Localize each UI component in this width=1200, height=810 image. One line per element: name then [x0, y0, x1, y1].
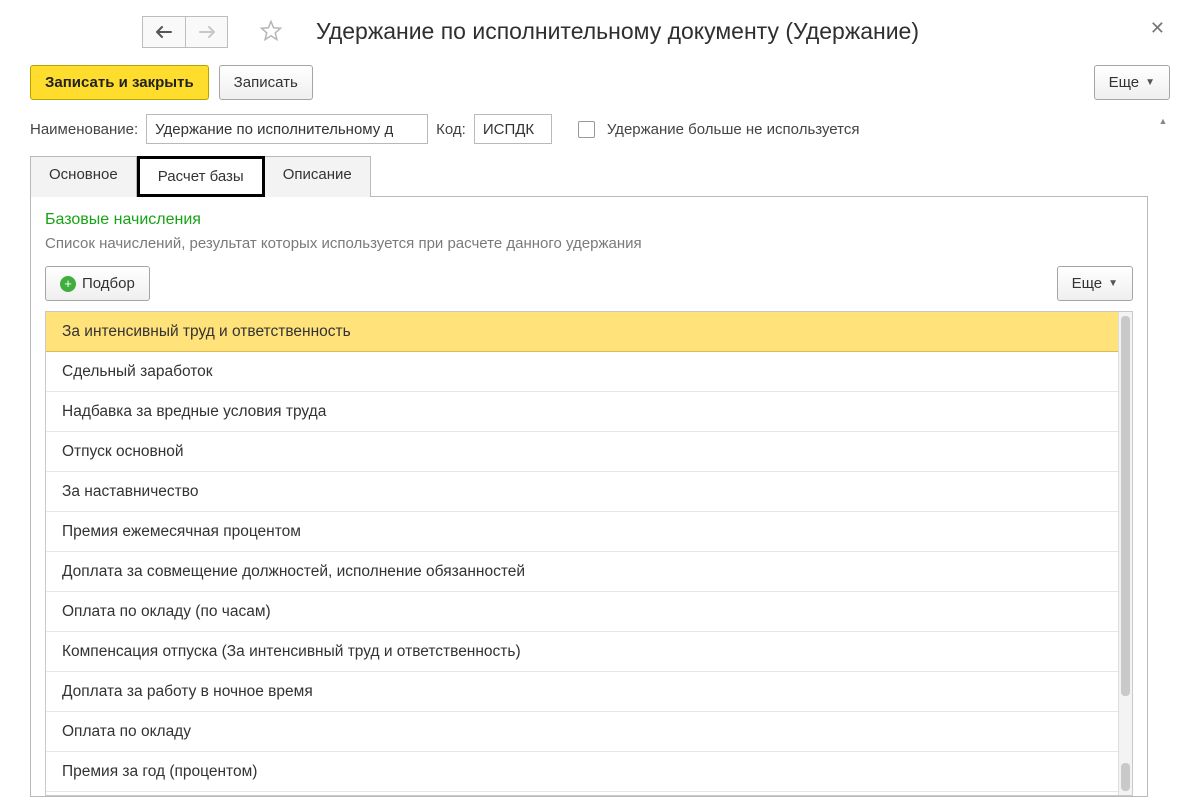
- chevron-down-icon: ▼: [1108, 278, 1118, 289]
- tab-panel: Базовые начисления Список начислений, ре…: [30, 196, 1148, 797]
- panel-toolbar: + Подбор Еще ▼: [45, 266, 1133, 301]
- close-icon: ✕: [1150, 18, 1165, 38]
- save-and-close-label: Записать и закрыть: [45, 74, 194, 91]
- window: Удержание по исполнительному документу (…: [0, 0, 1200, 797]
- list-inner: За интенсивный труд и ответственностьСде…: [46, 312, 1132, 792]
- close-button[interactable]: ✕: [1150, 18, 1165, 39]
- scroll-up-icon[interactable]: ▲: [1156, 114, 1170, 128]
- list-item[interactable]: Премия за год (процентом): [46, 752, 1132, 792]
- form-row: Наименование: Код: Удержание больше не и…: [30, 114, 1148, 156]
- tab-description[interactable]: Описание: [265, 156, 371, 197]
- name-input[interactable]: [146, 114, 428, 144]
- list-item[interactable]: Надбавка за вредные условия труда: [46, 392, 1132, 432]
- nav-forward-button[interactable]: [185, 17, 227, 47]
- nav-group: [142, 16, 228, 48]
- pick-label: Подбор: [82, 275, 135, 292]
- panel-more-button[interactable]: Еще ▼: [1057, 266, 1133, 301]
- tab-main-label: Основное: [49, 166, 118, 183]
- list-item[interactable]: За интенсивный труд и ответственность: [46, 312, 1132, 352]
- more-label: Еще: [1109, 74, 1140, 91]
- more-button[interactable]: Еще ▼: [1094, 65, 1170, 100]
- list-item[interactable]: Премия ежемесячная процентом: [46, 512, 1132, 552]
- save-and-close-button[interactable]: Записать и закрыть: [30, 65, 209, 100]
- star-icon: [259, 19, 283, 43]
- list-item[interactable]: Оплата по окладу (по часам): [46, 592, 1132, 632]
- tab-main[interactable]: Основное: [30, 156, 137, 197]
- section-subtitle: Список начислений, результат которых исп…: [45, 235, 1133, 252]
- tab-base-calc[interactable]: Расчет базы: [137, 156, 265, 197]
- arrow-left-icon: [156, 26, 172, 38]
- tab-description-label: Описание: [283, 166, 352, 183]
- arrow-right-icon: [199, 26, 215, 38]
- body: Наименование: Код: Удержание больше не и…: [30, 114, 1148, 797]
- save-button[interactable]: Записать: [219, 65, 313, 100]
- tabs: Основное Расчет базы Описание: [30, 156, 1148, 197]
- list-item[interactable]: Доплата за совмещение должностей, исполн…: [46, 552, 1132, 592]
- panel-more-label: Еще: [1072, 275, 1103, 292]
- list-scroll-thumb-bottom[interactable]: [1121, 763, 1130, 791]
- pick-button[interactable]: + Подбор: [45, 266, 150, 301]
- list-item[interactable]: Компенсация отпуска (За интенсивный труд…: [46, 632, 1132, 672]
- body-wrap: Наименование: Код: Удержание больше не и…: [30, 114, 1170, 797]
- favorite-star-button[interactable]: [256, 16, 286, 46]
- main-toolbar: Записать и закрыть Записать Еще ▼: [30, 63, 1170, 114]
- list-item[interactable]: Сдельный заработок: [46, 352, 1132, 392]
- list-scrollbar[interactable]: [1118, 312, 1132, 795]
- accruals-list: За интенсивный труд и ответственностьСде…: [45, 311, 1133, 796]
- list-item[interactable]: За наставничество: [46, 472, 1132, 512]
- code-input[interactable]: [474, 114, 552, 144]
- save-label: Записать: [234, 74, 298, 91]
- titlebar: Удержание по исполнительному документу (…: [30, 10, 1170, 63]
- list-item[interactable]: Доплата за работу в ночное время: [46, 672, 1132, 712]
- outer-scrollbar[interactable]: ▲: [1156, 114, 1170, 797]
- unused-checkbox-label: Удержание больше не используется: [607, 121, 860, 138]
- list-item[interactable]: Отпуск основной: [46, 432, 1132, 472]
- code-label: Код:: [436, 121, 466, 138]
- list-scroll-thumb[interactable]: [1121, 316, 1130, 696]
- plus-icon: +: [60, 276, 76, 292]
- chevron-down-icon: ▼: [1145, 77, 1155, 88]
- nav-back-button[interactable]: [143, 17, 185, 47]
- list-item[interactable]: Оплата по окладу: [46, 712, 1132, 752]
- page-title: Удержание по исполнительному документу (…: [316, 18, 919, 45]
- unused-checkbox[interactable]: [578, 121, 595, 138]
- name-label: Наименование:: [30, 121, 138, 138]
- tab-base-calc-label: Расчет базы: [158, 168, 244, 185]
- section-title: Базовые начисления: [45, 211, 1133, 229]
